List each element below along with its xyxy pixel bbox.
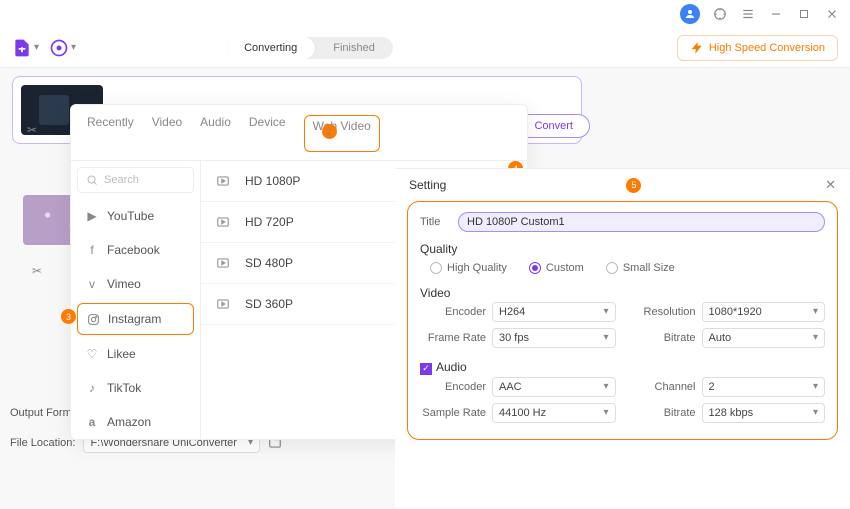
tab-converting[interactable]: Converting — [226, 37, 315, 59]
audio-bitrate-select[interactable]: 128 kbps — [702, 403, 826, 423]
video-bitrate-select[interactable]: Auto — [702, 328, 826, 348]
audio-checkbox[interactable]: ✓ — [420, 363, 432, 375]
video-resolution-label: Resolution — [630, 306, 696, 318]
video-file-icon — [215, 173, 231, 189]
tab-web-video[interactable]: Web Video 2 — [304, 115, 380, 152]
close-icon[interactable] — [824, 6, 840, 22]
tiktok-icon: ♪ — [85, 381, 99, 395]
sidebar-item-tiktok[interactable]: ♪TikTok — [71, 371, 200, 405]
tab-video[interactable]: Video — [152, 115, 182, 152]
add-file-button[interactable]: ▾ — [12, 38, 39, 58]
sidebar-item-facebook[interactable]: fFacebook — [71, 233, 200, 267]
audio-channel-label: Channel — [630, 381, 696, 393]
vimeo-icon: v — [85, 277, 99, 291]
status-segment: Converting Finished — [226, 37, 393, 59]
support-icon[interactable] — [712, 6, 728, 22]
quality-radio-group: High Quality Custom Small Size — [420, 258, 825, 280]
add-dvd-button[interactable]: ▾ — [49, 38, 76, 58]
menu-icon[interactable] — [740, 6, 756, 22]
video-bitrate-label: Bitrate — [630, 332, 696, 344]
radio-high-quality[interactable]: High Quality — [430, 262, 507, 274]
video-heading: Video — [420, 280, 825, 302]
tab-device[interactable]: Device — [249, 115, 286, 152]
setting-heading: Setting — [409, 178, 446, 192]
step-badge-3: 3 — [61, 309, 76, 324]
title-input[interactable]: HD 1080P Custom1 — [458, 212, 825, 232]
audio-samplerate-label: Sample Rate — [420, 407, 486, 419]
sidebar-item-youtube[interactable]: ▶YouTube — [71, 199, 200, 233]
file-location-label: File Location: — [10, 437, 75, 449]
video-framerate-select[interactable]: 30 fps — [492, 328, 616, 348]
format-tabs: Recently Video Audio Device Web Video 2 — [71, 105, 527, 161]
amazon-icon: a — [85, 415, 99, 429]
video-file-icon — [215, 214, 231, 230]
high-speed-label: High Speed Conversion — [709, 42, 825, 54]
sidebar-item-instagram[interactable]: 3 Instagram — [77, 303, 194, 335]
radio-custom[interactable]: Custom — [529, 262, 584, 274]
tab-finished[interactable]: Finished — [315, 37, 393, 59]
quality-heading: Quality — [420, 236, 825, 258]
trim-icon[interactable]: ✂ — [27, 123, 37, 137]
instagram-icon — [86, 312, 100, 326]
video-encoder-select[interactable]: H264 — [492, 302, 616, 322]
facebook-icon: f — [85, 243, 99, 257]
radio-small-size[interactable]: Small Size — [606, 262, 675, 274]
titlebar — [0, 0, 850, 28]
title-label: Title — [420, 216, 450, 228]
platform-sidebar: Search ▶YouTube fFacebook vVimeo 3 Insta… — [71, 161, 201, 439]
setting-close-icon[interactable]: ✕ — [825, 177, 836, 193]
minimize-icon[interactable] — [768, 6, 784, 22]
youtube-icon: ▶ — [85, 209, 99, 223]
sidebar-item-vimeo[interactable]: vVimeo — [71, 267, 200, 301]
sidebar-item-likee[interactable]: ♡Likee — [71, 337, 200, 371]
video-encoder-label: Encoder — [420, 306, 486, 318]
video-resolution-select[interactable]: 1080*1920 — [702, 302, 826, 322]
trim-icon-2[interactable]: ✂ — [32, 264, 42, 278]
setting-panel: Setting 5 ✕ Title HD 1080P Custom1 Quali… — [395, 168, 850, 508]
audio-samplerate-select[interactable]: 44100 Hz — [492, 403, 616, 423]
audio-encoder-label: Encoder — [420, 381, 486, 393]
maximize-icon[interactable] — [796, 6, 812, 22]
high-speed-button[interactable]: High Speed Conversion — [677, 35, 838, 61]
tab-recently[interactable]: Recently — [87, 115, 134, 152]
video-file-icon — [215, 296, 231, 312]
step-badge-5: 5 — [626, 178, 641, 193]
convert-button[interactable]: Convert — [517, 114, 590, 138]
audio-channel-select[interactable]: 2 — [702, 377, 826, 397]
audio-encoder-select[interactable]: AAC — [492, 377, 616, 397]
audio-heading: ✓Audio — [420, 354, 825, 377]
step-badge-2: 2 — [322, 124, 337, 139]
likee-icon: ♡ — [85, 347, 99, 361]
tab-audio[interactable]: Audio — [200, 115, 231, 152]
video-framerate-label: Frame Rate — [420, 332, 486, 344]
video-file-icon — [215, 255, 231, 271]
user-avatar[interactable] — [680, 4, 700, 24]
toolbar: ▾ ▾ Converting Finished High Speed Conve… — [0, 28, 850, 68]
search-input[interactable]: Search — [77, 167, 194, 193]
sidebar-item-amazon[interactable]: aAmazon — [71, 405, 200, 439]
audio-bitrate-label: Bitrate — [630, 407, 696, 419]
